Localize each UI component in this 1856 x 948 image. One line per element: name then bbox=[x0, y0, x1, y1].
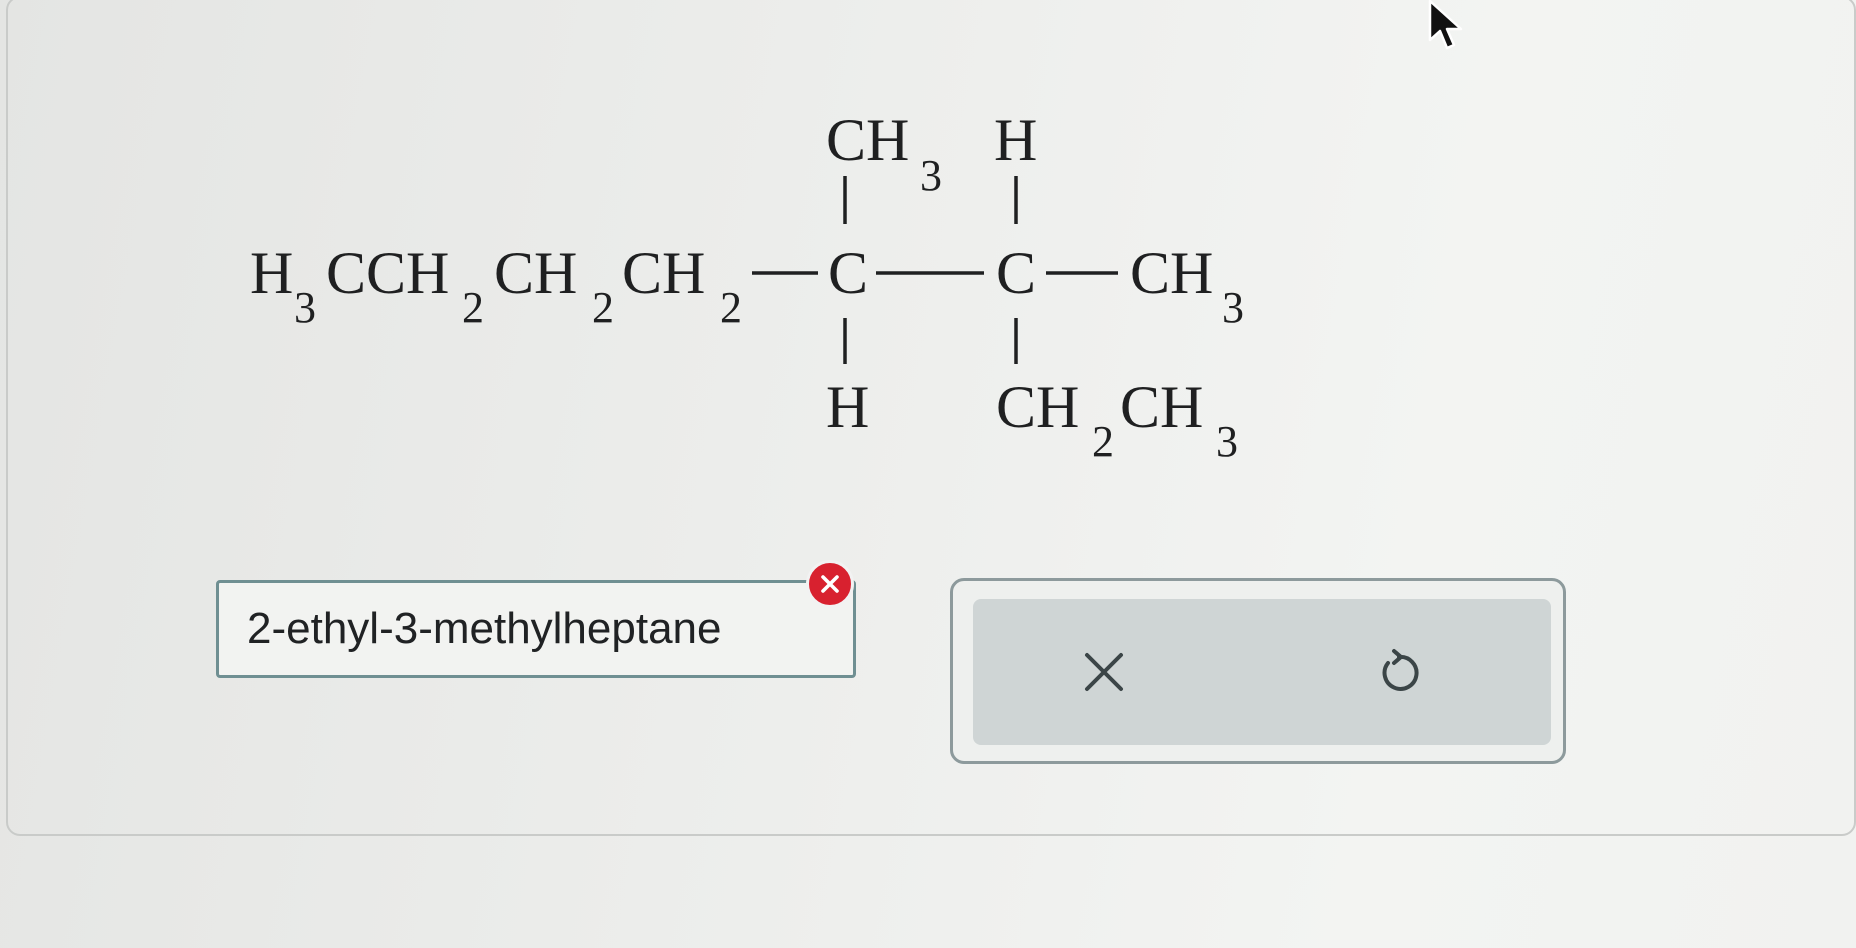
answer-input[interactable]: 2-ethyl-3-methylheptane bbox=[216, 580, 856, 678]
answer-text: 2-ethyl-3-methylheptane bbox=[247, 604, 722, 653]
carbon-2-top-h: H bbox=[994, 107, 1037, 173]
carbon-2-bottom-sub-3: 3 bbox=[1216, 417, 1238, 466]
chain-ch-b: CH bbox=[622, 240, 705, 306]
carbon-2-right-sub: 3 bbox=[1222, 283, 1244, 332]
chain-sub-2c: 2 bbox=[720, 283, 742, 332]
undo-icon bbox=[1382, 649, 1419, 691]
chain-h: H bbox=[250, 240, 293, 306]
undo-button[interactable] bbox=[1359, 632, 1439, 712]
structural-formula: H 3 CCH 2 CH 2 CH 2 C CH 3 H C H CH 3 CH… bbox=[250, 107, 1244, 466]
chain-sub-3: 3 bbox=[294, 283, 316, 332]
chain-cch: CCH bbox=[326, 240, 449, 306]
error-icon bbox=[806, 560, 854, 608]
clear-button[interactable] bbox=[1064, 632, 1144, 712]
carbon-1-top-sub: 3 bbox=[920, 151, 942, 200]
carbon-2: C bbox=[996, 240, 1036, 306]
mouse-pointer-icon bbox=[1428, 0, 1463, 50]
carbon-2-bottom-ch: CH bbox=[996, 374, 1079, 440]
x-icon bbox=[1085, 653, 1123, 691]
carbon-1: C bbox=[828, 240, 868, 306]
action-toolbar bbox=[973, 599, 1551, 745]
action-panel bbox=[950, 578, 1566, 764]
chain-sub-2a: 2 bbox=[462, 283, 484, 332]
carbon-1-bottom-h: H bbox=[826, 374, 869, 440]
carbon-1-top-group: CH bbox=[826, 107, 909, 173]
chain-ch-a: CH bbox=[494, 240, 577, 306]
carbon-2-right-group: CH bbox=[1130, 240, 1213, 306]
carbon-2-bottom-sub-2: 2 bbox=[1092, 417, 1114, 466]
carbon-2-bottom-ch3: CH bbox=[1120, 374, 1203, 440]
chain-sub-2b: 2 bbox=[592, 283, 614, 332]
